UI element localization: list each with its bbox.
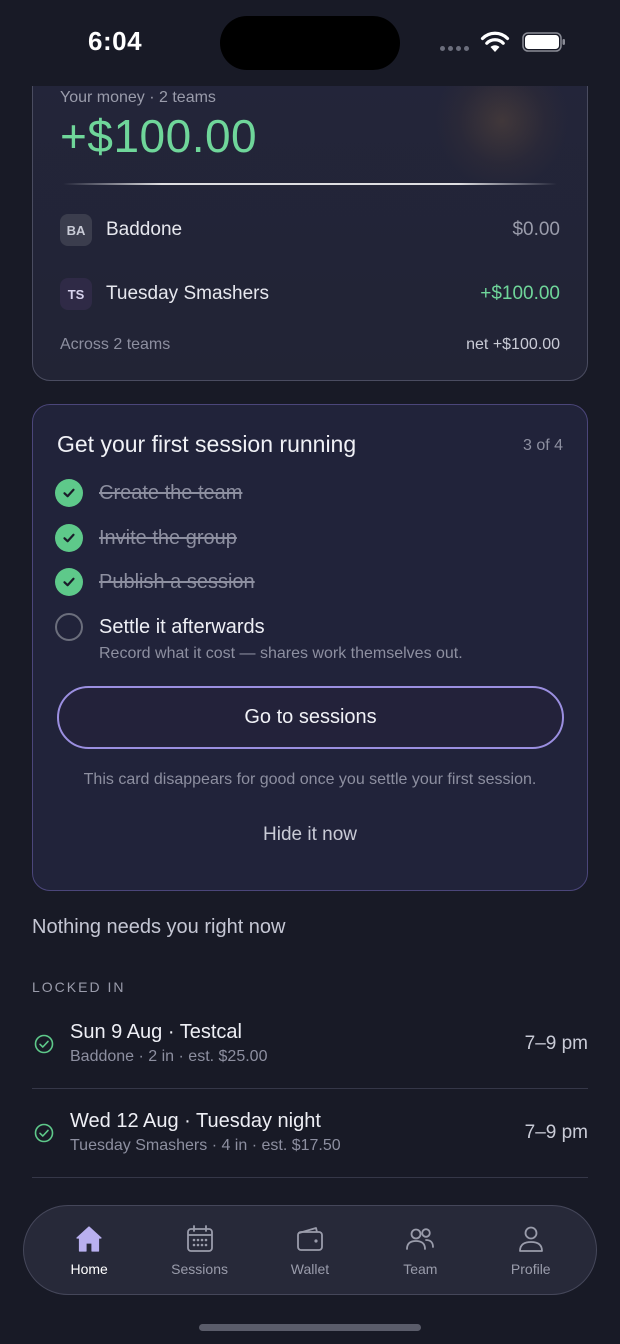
money-caption: Your money · 2 teams — [60, 89, 216, 106]
nothing-needs-text: Nothing needs you right now — [32, 916, 286, 938]
tab-wallet[interactable]: Wallet — [260, 1223, 360, 1277]
money-footer-label: Across 2 teams — [60, 336, 171, 353]
team-amount: +$100.00 — [480, 283, 560, 304]
step-label: Settle it afterwards — [99, 615, 265, 638]
money-total: +$100.00 — [60, 110, 258, 162]
session-time: 7–9 pm — [524, 1122, 588, 1143]
status-bar: 6:04 — [0, 0, 620, 86]
tab-bar: Home Sessions Wallet Team Profile — [23, 1205, 597, 1295]
check-circle-outline-icon — [34, 1034, 54, 1054]
tab-home[interactable]: Home — [39, 1223, 139, 1277]
money-card: Your money · 2 teams +$100.00 BA Baddone… — [32, 60, 588, 381]
onboarding-progress: 3 of 4 — [522, 437, 563, 454]
tab-label: Profile — [510, 1261, 551, 1277]
team-avatar: BA — [60, 214, 92, 246]
team-icon — [406, 1228, 435, 1250]
session-title: Wed 12 Aug · Tuesday night — [70, 1110, 321, 1132]
session-time: 7–9 pm — [524, 1033, 588, 1054]
step-publish-session: Publish a session — [55, 568, 255, 596]
check-circle-icon — [55, 568, 83, 596]
tab-label: Home — [70, 1261, 108, 1277]
tab-label: Team — [403, 1261, 438, 1277]
step-label: Publish a session — [99, 570, 255, 593]
screen: Your money · 2 teams +$100.00 BA Baddone… — [0, 0, 620, 1344]
team-amount: $0.00 — [512, 219, 560, 240]
team-row-baddone[interactable]: BA Baddone $0.00 — [60, 213, 560, 247]
go-to-sessions-button[interactable]: Go to sessions — [57, 686, 564, 749]
session-row[interactable]: Wed 12 Aug · Tuesday night Tuesday Smash… — [32, 1089, 588, 1178]
tab-label: Sessions — [171, 1261, 228, 1277]
divider — [63, 183, 557, 185]
step-label: Create the team — [99, 481, 243, 504]
step-create-team: Create the team — [55, 479, 242, 507]
empty-circle-icon — [55, 613, 83, 641]
profile-icon — [518, 1226, 543, 1252]
onboarding-card: Get your first session running 3 of 4 Cr… — [32, 404, 588, 891]
session-details: Tuesday Smashers · 4 in · est. $17.50 — [70, 1137, 341, 1154]
status-time: 6:04 — [88, 26, 143, 56]
money-net-total: net +$100.00 — [466, 336, 560, 353]
dynamic-island — [220, 16, 400, 70]
cellular-signal-icon — [440, 46, 469, 51]
battery-icon — [522, 32, 565, 52]
tab-sessions[interactable]: Sessions — [150, 1223, 250, 1277]
tab-label: Wallet — [290, 1261, 330, 1277]
step-label: Invite the group — [99, 526, 237, 549]
wallet-icon — [297, 1227, 323, 1251]
calendar-icon — [186, 1225, 213, 1252]
home-icon — [76, 1226, 102, 1252]
hide-card-button[interactable]: Hide it now — [33, 824, 587, 846]
check-circle-icon — [55, 524, 83, 552]
onboarding-title: Get your first session running — [57, 431, 357, 457]
locked-in-header: LOCKED IN — [32, 979, 126, 995]
wifi-icon — [480, 31, 510, 52]
tab-team[interactable]: Team — [370, 1223, 470, 1277]
session-details: Baddone · 2 in · est. $25.00 — [70, 1048, 268, 1065]
session-title: Sun 9 Aug · Testcal — [70, 1021, 242, 1043]
step-description: Record what it cost — shares work themse… — [99, 645, 463, 662]
team-avatar: TS — [60, 278, 92, 310]
team-row-tuesday-smashers[interactable]: TS Tuesday Smashers +$100.00 — [60, 277, 560, 311]
tab-profile[interactable]: Profile — [481, 1223, 581, 1277]
step-invite-group: Invite the group — [55, 524, 237, 552]
step-settle: Settle it afterwards — [55, 613, 265, 641]
home-indicator[interactable] — [199, 1324, 421, 1331]
team-name: Tuesday Smashers — [106, 283, 269, 304]
onboarding-note: This card disappears for good once you s… — [83, 771, 537, 788]
check-circle-icon — [55, 479, 83, 507]
check-circle-outline-icon — [34, 1123, 54, 1143]
session-row[interactable]: Sun 9 Aug · Testcal Baddone · 2 in · est… — [32, 1000, 588, 1089]
team-name: Baddone — [106, 219, 183, 240]
